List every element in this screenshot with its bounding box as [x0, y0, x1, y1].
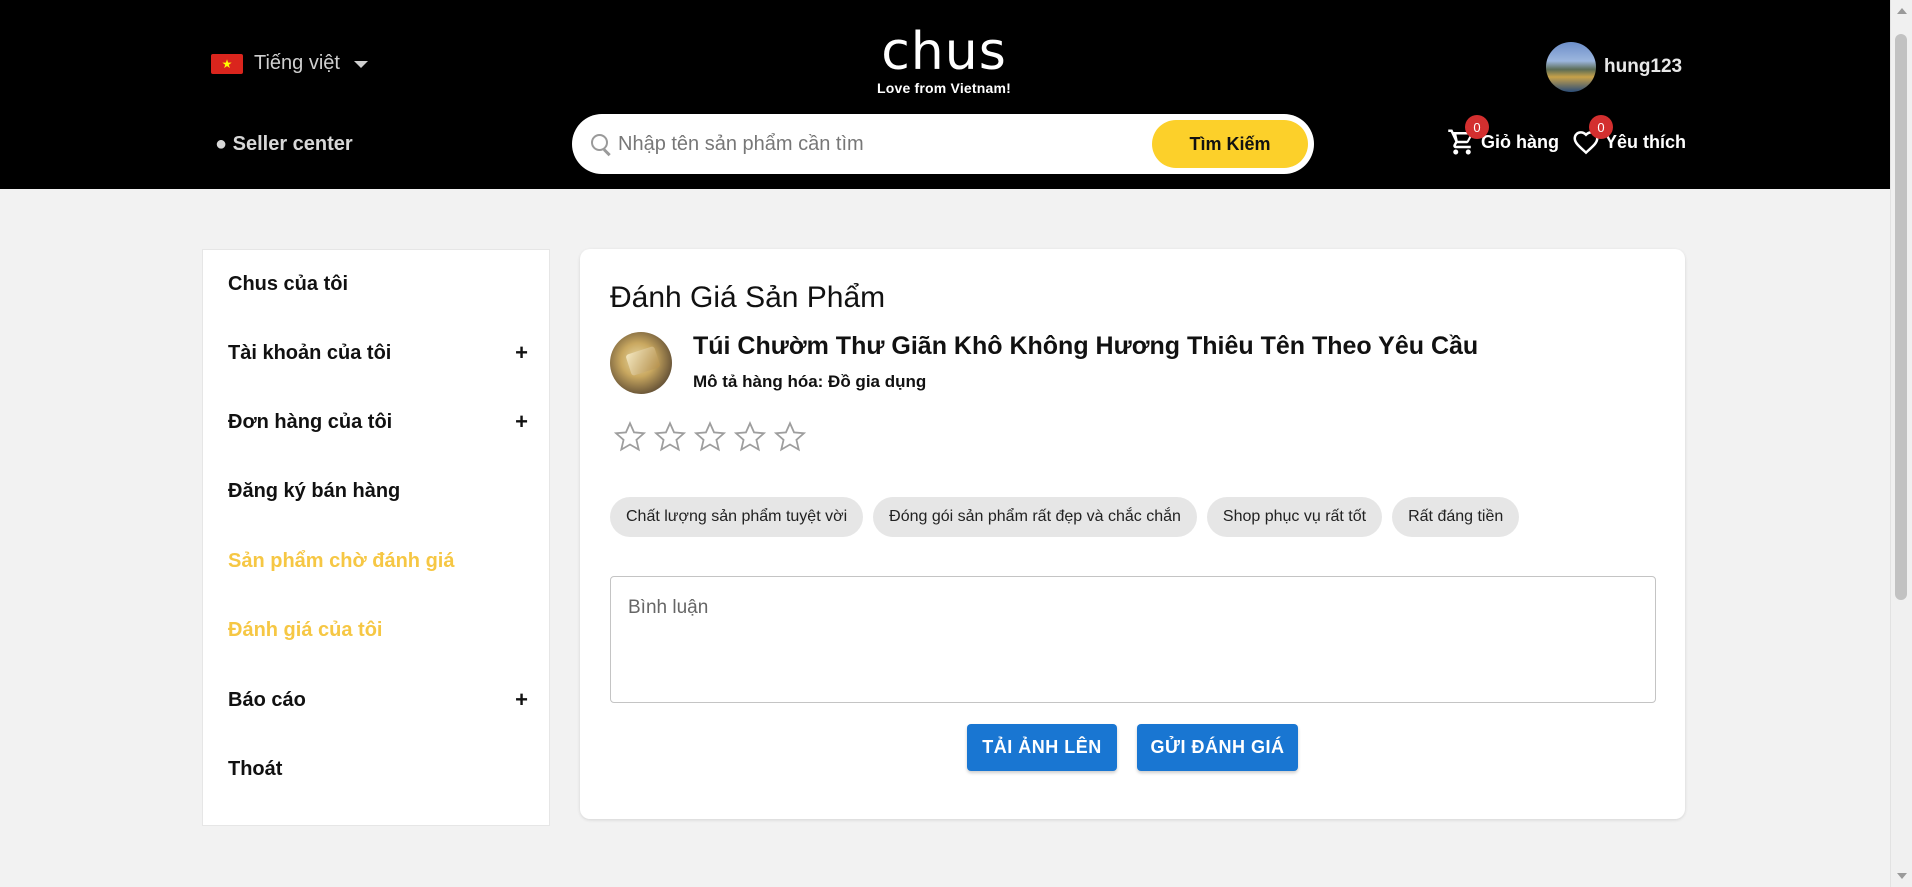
sidebar-item-label: Sản phẩm chờ đánh giá — [228, 549, 455, 572]
heart-icon: 0 — [1571, 115, 1613, 157]
star-icon[interactable] — [610, 417, 650, 457]
language-selector[interactable]: ★ Tiếng việt — [211, 52, 368, 75]
sidebar-item-logout[interactable]: Thoát — [228, 754, 528, 784]
wishlist-label: Yêu thích — [1605, 131, 1687, 152]
page-scrollbar[interactable] — [1890, 0, 1912, 887]
search-input[interactable] — [618, 132, 1148, 156]
cart-link[interactable]: 0 Giỏ hàng — [1447, 115, 1559, 157]
review-tag-chip[interactable]: Shop phục vụ rất tốt — [1206, 497, 1383, 537]
page-title: Đánh Giá Sản Phẩm — [610, 281, 886, 314]
seller-center-link[interactable]: ● Seller center — [215, 133, 353, 156]
star-icon[interactable] — [730, 417, 770, 457]
review-card: Đánh Giá Sản Phẩm Túi Chườm Thư Giãn Khô… — [580, 249, 1685, 819]
sidebar-item-seller-register[interactable]: Đăng ký bán hàng — [228, 476, 528, 506]
sidebar-item-orders[interactable]: Đơn hàng của tôi + — [228, 407, 528, 437]
plus-icon[interactable]: + — [515, 409, 528, 435]
scroll-down-icon[interactable] — [1897, 873, 1907, 879]
upload-image-button[interactable]: TẢI ẢNH LÊN — [967, 724, 1117, 771]
avatar — [1546, 42, 1596, 92]
plus-icon[interactable]: + — [515, 687, 528, 713]
product-name: Túi Chườm Thư Giãn Khô Không Hương Thiêu… — [693, 332, 1479, 360]
cart-label: Giỏ hàng — [1481, 131, 1559, 152]
chevron-down-icon — [353, 61, 368, 68]
star-icon[interactable] — [650, 417, 690, 457]
sidebar-item-pending-reviews[interactable]: Sản phẩm chờ đánh giá — [228, 546, 528, 576]
sidebar-item-label: Thoát — [228, 757, 283, 780]
review-tag-chip[interactable]: Rất đáng tiền — [1392, 497, 1520, 537]
logo-tagline: Love from Vietnam! — [876, 80, 1012, 96]
username: hung123 — [1604, 56, 1683, 77]
language-label: Tiếng việt — [254, 52, 340, 74]
plus-icon[interactable]: + — [515, 340, 528, 366]
star-icon[interactable] — [690, 417, 730, 457]
account-sidebar: Chus của tôi Tài khoản của tôi + Đơn hàn… — [202, 249, 550, 826]
search-bar: Tìm Kiếm — [572, 114, 1314, 174]
review-tag-chip[interactable]: Chất lượng sản phẩm tuyệt vời — [610, 497, 864, 537]
sidebar-item-label: Tài khoản của tôi — [228, 341, 392, 364]
sidebar-item-label: Đơn hàng của tôi — [228, 410, 393, 433]
quick-review-tags: Chất lượng sản phẩm tuyệt vời Đóng gói s… — [610, 497, 1520, 537]
wishlist-count-badge: 0 — [1589, 115, 1613, 139]
product-thumbnail — [610, 332, 672, 394]
scroll-up-icon[interactable] — [1897, 8, 1907, 14]
user-menu[interactable]: hung123 — [1546, 42, 1682, 92]
comment-input[interactable] — [610, 576, 1656, 703]
product-description: Mô tả hàng hóa: Đồ gia dụng — [693, 372, 927, 391]
sidebar-item-reports[interactable]: Báo cáo + — [228, 685, 528, 715]
star-icon[interactable] — [770, 417, 810, 457]
search-button[interactable]: Tìm Kiếm — [1152, 120, 1308, 168]
logo-wordmark: chus — [881, 22, 1007, 82]
top-header: ★ Tiếng việt chus Love from Vietnam! hun… — [0, 0, 1890, 189]
sidebar-item-label: Đăng ký bán hàng — [228, 479, 401, 502]
sidebar-item-chus[interactable]: Chus của tôi — [228, 269, 528, 299]
sidebar-item-my-reviews[interactable]: Đánh giá của tôi — [228, 615, 528, 645]
star-rating — [610, 417, 810, 457]
sidebar-item-label: Chus của tôi — [228, 272, 349, 295]
cart-icon: 0 — [1447, 115, 1489, 157]
search-icon — [590, 133, 612, 155]
sidebar-item-account[interactable]: Tài khoản của tôi + — [228, 338, 528, 368]
wishlist-link[interactable]: 0 Yêu thích — [1571, 115, 1687, 157]
vietnam-flag-icon: ★ — [211, 53, 243, 74]
sidebar-item-label: Đánh giá của tôi — [228, 618, 383, 641]
scrollbar-thumb[interactable] — [1895, 34, 1907, 600]
sidebar-item-label: Báo cáo — [228, 688, 306, 711]
site-logo[interactable]: chus Love from Vietnam! — [870, 22, 1018, 96]
submit-review-button[interactable]: GỬI ĐÁNH GIÁ — [1137, 724, 1298, 771]
review-tag-chip[interactable]: Đóng gói sản phẩm rất đẹp và chắc chắn — [873, 497, 1197, 537]
cart-count-badge: 0 — [1465, 115, 1489, 139]
